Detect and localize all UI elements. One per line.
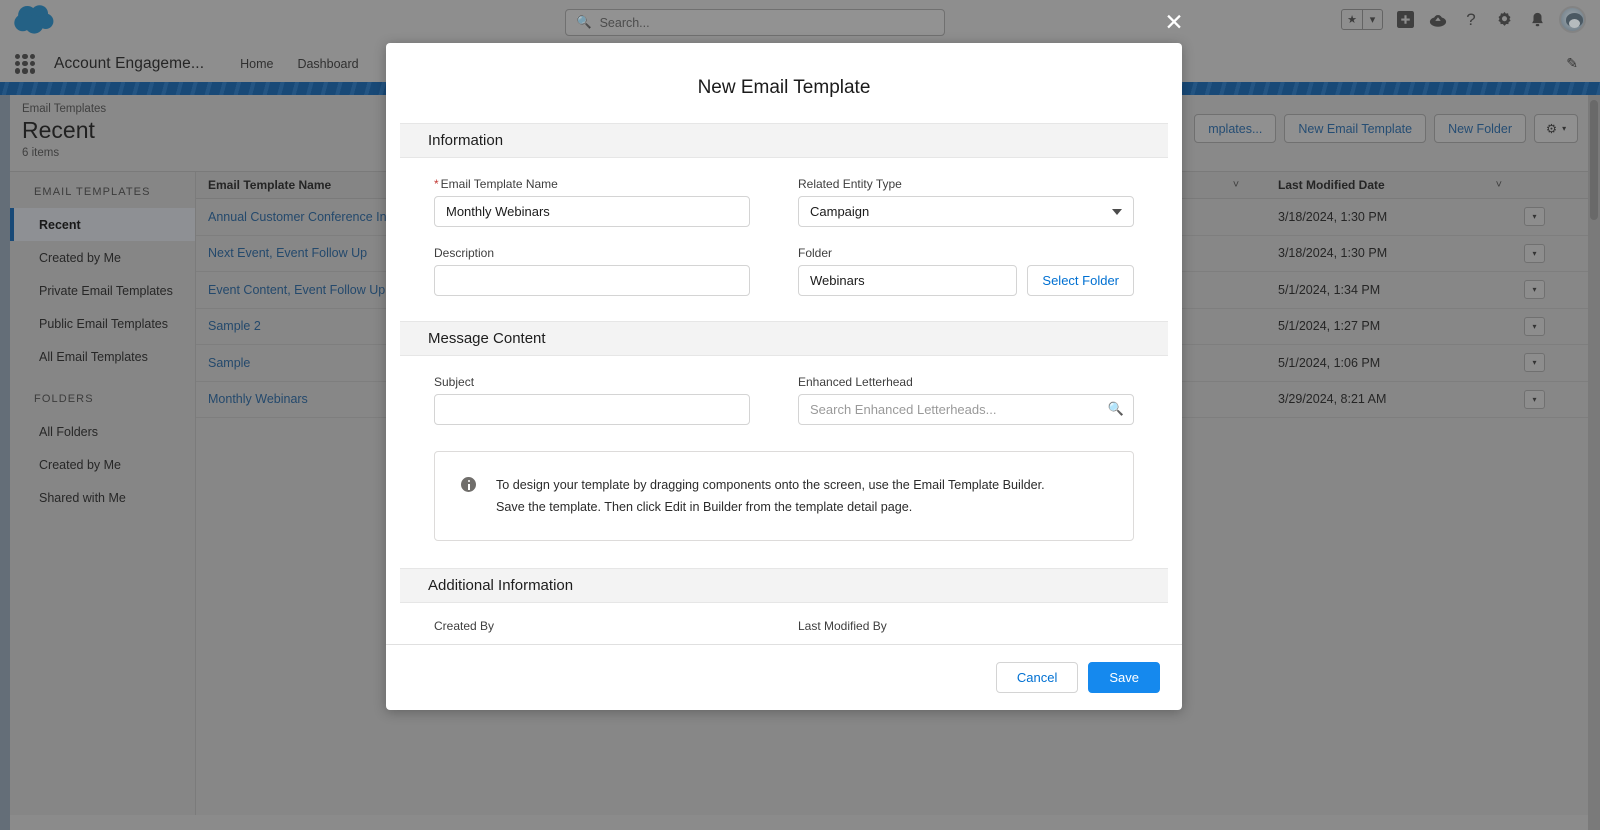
enhanced-letterhead-input[interactable]: Search Enhanced Letterheads... <box>798 394 1134 425</box>
field-created-by: Created By <box>400 619 784 633</box>
field-label: Folder <box>798 246 833 260</box>
information-row-1: * Email Template Name Monthly Webinars Re… <box>386 158 1182 227</box>
field-last-modified-by: Last Modified By <box>784 619 1168 633</box>
builder-info-callout: To design your template by dragging comp… <box>434 451 1134 542</box>
section-header-information: Information <box>400 123 1168 158</box>
related-entity-type-select[interactable]: Campaign <box>798 196 1134 227</box>
field-enhanced-letterhead: Enhanced Letterhead Search Enhanced Lett… <box>798 375 1134 425</box>
screen-root: 🔍 Search... ★ ▾ ? Account Engageme... Ho… <box>0 0 1600 830</box>
additional-information-row: Created By Last Modified By <box>386 619 1182 633</box>
modal-footer: Cancel Save <box>386 644 1182 710</box>
field-label: Last Modified By <box>798 619 887 634</box>
message-content-row-1: Subject Enhanced Letterhead Search Enhan… <box>386 356 1182 425</box>
callout-text: To design your template by dragging comp… <box>496 474 1045 518</box>
chevron-down-icon <box>1112 208 1122 215</box>
field-email-template-name: * Email Template Name Monthly Webinars <box>434 177 750 227</box>
info-icon <box>461 477 476 492</box>
select-folder-button[interactable]: Select Folder <box>1027 265 1134 296</box>
description-input[interactable] <box>434 265 750 296</box>
field-label: Subject <box>434 375 475 389</box>
cancel-button[interactable]: Cancel <box>995 662 1079 693</box>
field-label: Created By <box>434 619 495 634</box>
modal-title: New Email Template <box>697 77 871 98</box>
enhanced-letterhead-searchbox: Search Enhanced Letterheads... 🔍 <box>798 394 1134 425</box>
subject-input[interactable] <box>434 394 750 425</box>
folder-row: Webinars Select Folder <box>798 265 1134 296</box>
field-label: Enhanced Letterhead <box>798 375 913 389</box>
field-related-entity-type: Related Entity Type Campaign <box>798 177 1134 227</box>
field-label: Related Entity Type <box>798 177 902 191</box>
close-icon[interactable]: ✕ <box>1160 8 1188 36</box>
search-icon: 🔍 <box>1107 401 1124 416</box>
folder-input[interactable]: Webinars <box>798 265 1018 296</box>
field-label-text: Email Template Name <box>440 177 558 191</box>
section-header-additional-information: Additional Information <box>400 568 1168 604</box>
callout-line-2: Save the template. Then click Edit in Bu… <box>496 500 913 515</box>
field-folder: Folder Webinars Select Folder <box>798 246 1134 296</box>
field-label: Description <box>434 246 495 260</box>
field-subject: Subject <box>434 375 750 425</box>
related-entity-type-value: Campaign <box>810 204 870 219</box>
required-marker: * <box>434 177 439 191</box>
email-template-name-input[interactable]: Monthly Webinars <box>434 196 750 227</box>
callout-line-1: To design your template by dragging comp… <box>496 478 1045 492</box>
section-header-message-content: Message Content <box>400 321 1168 356</box>
save-button[interactable]: Save <box>1088 662 1160 693</box>
information-row-2: Description Folder Webinars Select Folde… <box>386 227 1182 296</box>
new-email-template-modal: New Email Template Information * Email Te… <box>386 43 1182 710</box>
field-description: Description <box>434 246 750 296</box>
field-label: * Email Template Name <box>434 177 750 191</box>
modal-body: Information * Email Template Name Monthly… <box>386 123 1182 644</box>
